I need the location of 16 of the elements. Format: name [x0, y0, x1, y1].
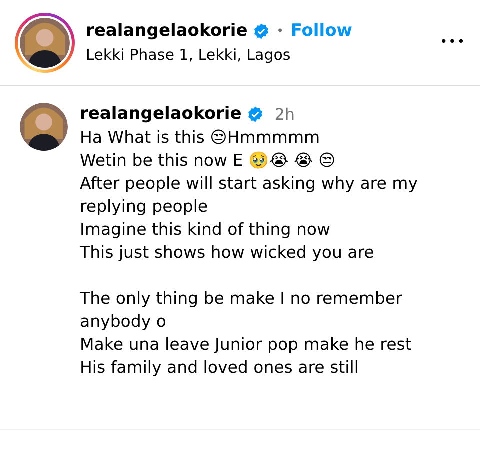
timestamp: 2h: [274, 104, 296, 124]
caption-line: After people will start asking why are my replying people: [80, 173, 419, 218]
caption-line: The only thing be make I no remember anybody o: [80, 288, 404, 333]
separator-dot: •: [276, 24, 284, 38]
caption-line: Wetin be this now E 🥹😭 😭 😒: [80, 150, 337, 172]
caption-line: Imagine this kind of thing now: [80, 219, 332, 241]
caption-line: Ha What is this 😒Hmmmmm: [80, 127, 322, 149]
avatar-icon: [20, 18, 70, 68]
more-options-button[interactable]: •••: [440, 35, 466, 50]
location[interactable]: Lekki Phase 1, Lekki, Lagos: [86, 46, 440, 64]
caption-line: His family and loved ones are still: [80, 357, 360, 379]
username[interactable]: realangelaokorie: [80, 104, 242, 124]
avatar-icon: [20, 103, 68, 151]
username[interactable]: realangelaokorie: [86, 21, 248, 41]
caption-line: This just shows how wicked you are: [80, 242, 376, 264]
caption-line: Make una leave Junior pop make he rest: [80, 334, 413, 356]
